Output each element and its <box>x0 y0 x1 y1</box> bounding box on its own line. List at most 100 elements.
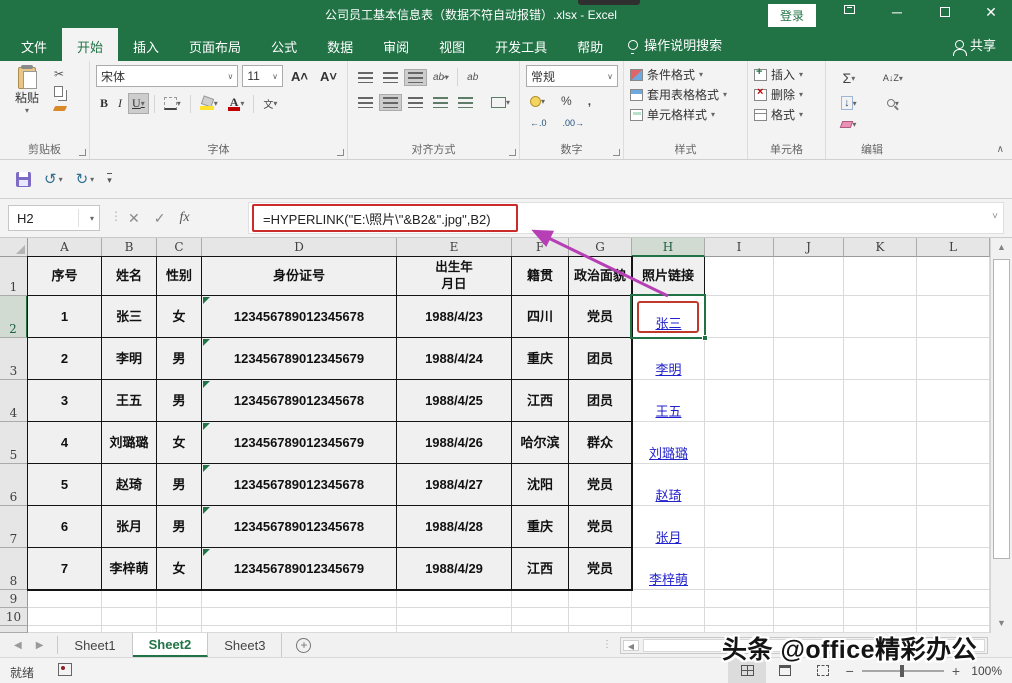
column-header-K[interactable]: K <box>844 238 917 257</box>
sheet-tab-sheet3[interactable]: Sheet3 <box>208 633 282 657</box>
photo-hyperlink[interactable]: 李梓萌 <box>632 569 705 588</box>
cell-G6[interactable]: 党员 <box>569 464 632 506</box>
bold-button[interactable]: B <box>96 93 112 114</box>
fill-color-button[interactable]: ▾ <box>196 94 222 113</box>
ribbon-display-options-icon[interactable] <box>834 4 864 18</box>
align-center-icon[interactable] <box>379 94 402 111</box>
cell-L5[interactable] <box>917 422 990 464</box>
cell-L10[interactable] <box>917 608 990 626</box>
cell-J7[interactable] <box>774 506 844 548</box>
cell-J2[interactable] <box>774 296 844 338</box>
sheet-tab-sheet2[interactable]: Sheet2 <box>133 633 209 657</box>
cell-A3[interactable]: 2 <box>28 338 102 380</box>
cell-H7[interactable]: 张月 <box>632 506 705 548</box>
cell-F8[interactable]: 江西 <box>512 548 569 590</box>
clipboard-dialog-launcher[interactable] <box>79 149 86 156</box>
cell-E1[interactable]: 出生年 月日 <box>397 257 512 296</box>
cell-K2[interactable] <box>844 296 917 338</box>
cell-J1[interactable] <box>774 257 844 296</box>
row-header-4[interactable]: 4 <box>0 380 28 422</box>
cell-K7[interactable] <box>844 506 917 548</box>
column-header-B[interactable]: B <box>102 238 157 257</box>
column-header-E[interactable]: E <box>397 238 512 257</box>
cell-B8[interactable]: 李梓萌 <box>102 548 157 590</box>
decrease-font-icon[interactable]: A˅ <box>316 66 341 87</box>
cell-G10[interactable] <box>569 608 632 626</box>
tab-view[interactable]: 视图 <box>424 28 480 61</box>
align-top-icon[interactable] <box>354 69 377 86</box>
tab-help[interactable]: 帮助 <box>562 28 618 61</box>
format-as-table-button[interactable]: 套用表格格式▾ <box>630 86 741 103</box>
redo-icon[interactable]: ↻▾ <box>72 168 99 190</box>
cell-H9[interactable] <box>632 590 705 608</box>
cell-L6[interactable] <box>917 464 990 506</box>
cell-I1[interactable] <box>705 257 774 296</box>
cell-B3[interactable]: 李明 <box>102 338 157 380</box>
row-header-1[interactable]: 1 <box>0 257 28 296</box>
font-color-button[interactable]: A ▾ <box>224 94 249 114</box>
autosum-button[interactable]: Σ ▾ <box>832 67 866 89</box>
cell-E3[interactable]: 1988/4/24 <box>397 338 512 380</box>
cell-H[interactable] <box>632 626 705 633</box>
cell-D8[interactable]: 123456789012345679 <box>202 548 397 590</box>
align-middle-icon[interactable] <box>379 69 402 86</box>
orientation-icon[interactable]: ab̷ ▾ <box>429 69 452 86</box>
sort-filter-button[interactable]: A↓Z ▾ <box>874 67 912 89</box>
row-header-8[interactable]: 8 <box>0 548 28 590</box>
cell-G3[interactable]: 团员 <box>569 338 632 380</box>
cell-A1[interactable]: 序号 <box>28 257 102 296</box>
spreadsheet-grid[interactable]: ABCDEFGHIJKL12345678910序号姓名性别身份证号出生年 月日籍… <box>0 238 990 633</box>
cell-D4[interactable]: 123456789012345678 <box>202 380 397 422</box>
cell-E5[interactable]: 1988/4/26 <box>397 422 512 464</box>
number-dialog-launcher[interactable] <box>613 149 620 156</box>
wrap-text-icon[interactable]: ab <box>463 69 482 86</box>
sheet-nav-left-icon[interactable]: ◀ <box>14 640 22 651</box>
cell-C10[interactable] <box>157 608 202 626</box>
cell-B[interactable] <box>102 626 157 633</box>
column-header-J[interactable]: J <box>774 238 844 257</box>
cell-C1[interactable]: 性别 <box>157 257 202 296</box>
photo-hyperlink[interactable]: 赵琦 <box>632 485 705 504</box>
phonetic-button[interactable]: 文 ▾ <box>259 93 281 114</box>
tell-me-search[interactable]: 操作说明搜索 <box>618 28 732 61</box>
cell-B6[interactable]: 赵琦 <box>102 464 157 506</box>
column-header-D[interactable]: D <box>202 238 397 257</box>
cell-C5[interactable]: 女 <box>157 422 202 464</box>
cell-G1[interactable]: 政治面貌 <box>569 257 632 296</box>
zoom-slider[interactable] <box>862 670 944 672</box>
cell-L9[interactable] <box>917 590 990 608</box>
number-format-select[interactable]: 常规 ∨ <box>526 65 618 87</box>
maximize-icon[interactable] <box>930 4 960 20</box>
scrollbar-splitter[interactable]: ⋮ <box>602 639 612 650</box>
borders-button[interactable]: ▾ <box>160 94 185 113</box>
row-header-10[interactable]: 10 <box>0 608 28 626</box>
cell-L7[interactable] <box>917 506 990 548</box>
column-header-I[interactable]: I <box>705 238 774 257</box>
cell-K1[interactable] <box>844 257 917 296</box>
format-painter-icon[interactable] <box>54 101 70 115</box>
cell-C[interactable] <box>157 626 202 633</box>
copy-icon[interactable] <box>54 84 70 98</box>
column-header-G[interactable]: G <box>569 238 632 257</box>
cell-D3[interactable]: 123456789012345679 <box>202 338 397 380</box>
cell-D9[interactable] <box>202 590 397 608</box>
merge-center-icon[interactable]: ▾ <box>487 94 514 111</box>
cell-F5[interactable]: 哈尔滨 <box>512 422 569 464</box>
cell-K4[interactable] <box>844 380 917 422</box>
cell-H8[interactable]: 李梓萌 <box>632 548 705 590</box>
cell-D2[interactable]: 123456789012345678 <box>202 296 397 338</box>
row-header-9[interactable]: 9 <box>0 590 28 608</box>
paste-button[interactable]: 粘贴 ▾ <box>6 67 48 115</box>
underline-button[interactable]: U ▾ <box>128 93 149 114</box>
column-header-C[interactable]: C <box>157 238 202 257</box>
insert-cells-button[interactable]: 插入▾ <box>754 66 819 83</box>
select-all-corner[interactable] <box>0 238 28 257</box>
cell-F[interactable] <box>512 626 569 633</box>
cell-A10[interactable] <box>28 608 102 626</box>
cell-A4[interactable]: 3 <box>28 380 102 422</box>
cell-C6[interactable]: 男 <box>157 464 202 506</box>
tab-review[interactable]: 审阅 <box>368 28 424 61</box>
cell-G9[interactable] <box>569 590 632 608</box>
cell-E7[interactable]: 1988/4/28 <box>397 506 512 548</box>
cell-H5[interactable]: 刘璐璐 <box>632 422 705 464</box>
